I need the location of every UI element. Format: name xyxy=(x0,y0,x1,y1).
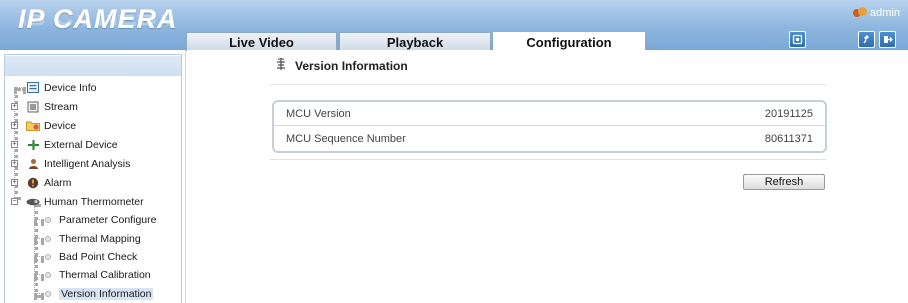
main-content: Version Information MCU Version 20191125… xyxy=(187,50,908,303)
sidebar-item-device[interactable]: + Device xyxy=(0,118,76,133)
info-label: MCU Sequence Number xyxy=(286,133,406,145)
expand-icon[interactable]: + xyxy=(11,141,18,148)
sidebar-item-device-info[interactable]: Device Info xyxy=(0,80,97,95)
app-logo-reflection: IP CAMERA xyxy=(18,15,178,29)
version-info-icon xyxy=(275,57,287,74)
user-group-icon xyxy=(853,7,868,19)
tab-configuration[interactable]: Configuration xyxy=(493,32,645,51)
leaf-dot-icon xyxy=(45,235,51,242)
page-title: Version Information xyxy=(295,59,408,73)
sidebar-subitem-thermal-mapping[interactable]: Thermal Mapping xyxy=(0,231,141,246)
sidebar-item-stream[interactable]: + Stream xyxy=(0,99,78,114)
user-info: admin xyxy=(853,7,900,19)
sidebar-subitem-thermal-calibration[interactable]: Thermal Calibration xyxy=(0,267,151,282)
leaf-dot-icon xyxy=(45,253,51,260)
alarm-bell-icon[interactable] xyxy=(789,31,806,48)
external-device-icon xyxy=(26,138,40,151)
sidebar-header-band xyxy=(5,56,181,76)
sidebar-item-external-device[interactable]: + External Device xyxy=(0,137,118,152)
main-tabs: Live Video Playback Configuration xyxy=(186,32,647,51)
leaf-dot-icon xyxy=(45,290,51,297)
panel-divider xyxy=(269,159,827,160)
info-value: 20191125 xyxy=(764,107,813,120)
logout-icon[interactable] xyxy=(879,31,896,48)
expand-icon[interactable]: + xyxy=(11,122,18,129)
tab-live-video[interactable]: Live Video xyxy=(186,32,337,51)
app-header: IP CAMERA IP CAMERA Live Video Playback … xyxy=(0,0,908,51)
title-divider xyxy=(269,84,827,85)
config-sidebar: Device Info + Stream + Device + External… xyxy=(0,50,186,303)
sidebar-subitem-parameter-configure[interactable]: Parameter Configure xyxy=(0,212,156,227)
collapse-icon[interactable]: − xyxy=(11,198,18,205)
sidebar-item-intelligent-analysis[interactable]: + Intelligent Analysis xyxy=(0,156,130,171)
device-folder-icon xyxy=(26,119,40,132)
tab-playback[interactable]: Playback xyxy=(339,32,491,51)
version-info-panel: MCU Version 20191125 MCU Sequence Number… xyxy=(272,100,827,153)
info-value: 80611371 xyxy=(764,133,813,145)
leaf-dot-icon xyxy=(45,271,51,278)
sidebar-subitem-bad-point-check[interactable]: Bad Point Check xyxy=(0,249,137,264)
leaf-dot-icon xyxy=(45,216,51,223)
device-info-icon xyxy=(26,81,40,94)
stream-icon xyxy=(26,100,40,113)
refresh-button[interactable]: Refresh xyxy=(743,174,825,190)
change-password-icon[interactable] xyxy=(858,31,875,48)
info-row-mcu-sequence-number: MCU Sequence Number 80611371 xyxy=(274,127,825,151)
expand-icon[interactable]: + xyxy=(11,179,18,186)
user-name: admin xyxy=(870,7,900,19)
intelligent-analysis-icon xyxy=(26,157,40,170)
info-label: MCU Version xyxy=(286,107,351,120)
sidebar-item-alarm[interactable]: + Alarm xyxy=(0,175,71,190)
expand-icon[interactable]: + xyxy=(11,160,18,167)
sidebar-item-human-thermometer[interactable]: − Human Thermometer xyxy=(0,194,144,209)
thermometer-icon xyxy=(26,195,40,208)
info-row-mcu-version: MCU Version 20191125 xyxy=(274,102,825,126)
alarm-icon xyxy=(26,176,40,189)
expand-icon[interactable]: + xyxy=(11,103,18,110)
section-header: Version Information xyxy=(275,57,408,74)
sidebar-subitem-version-information[interactable]: Version Information xyxy=(0,286,154,301)
